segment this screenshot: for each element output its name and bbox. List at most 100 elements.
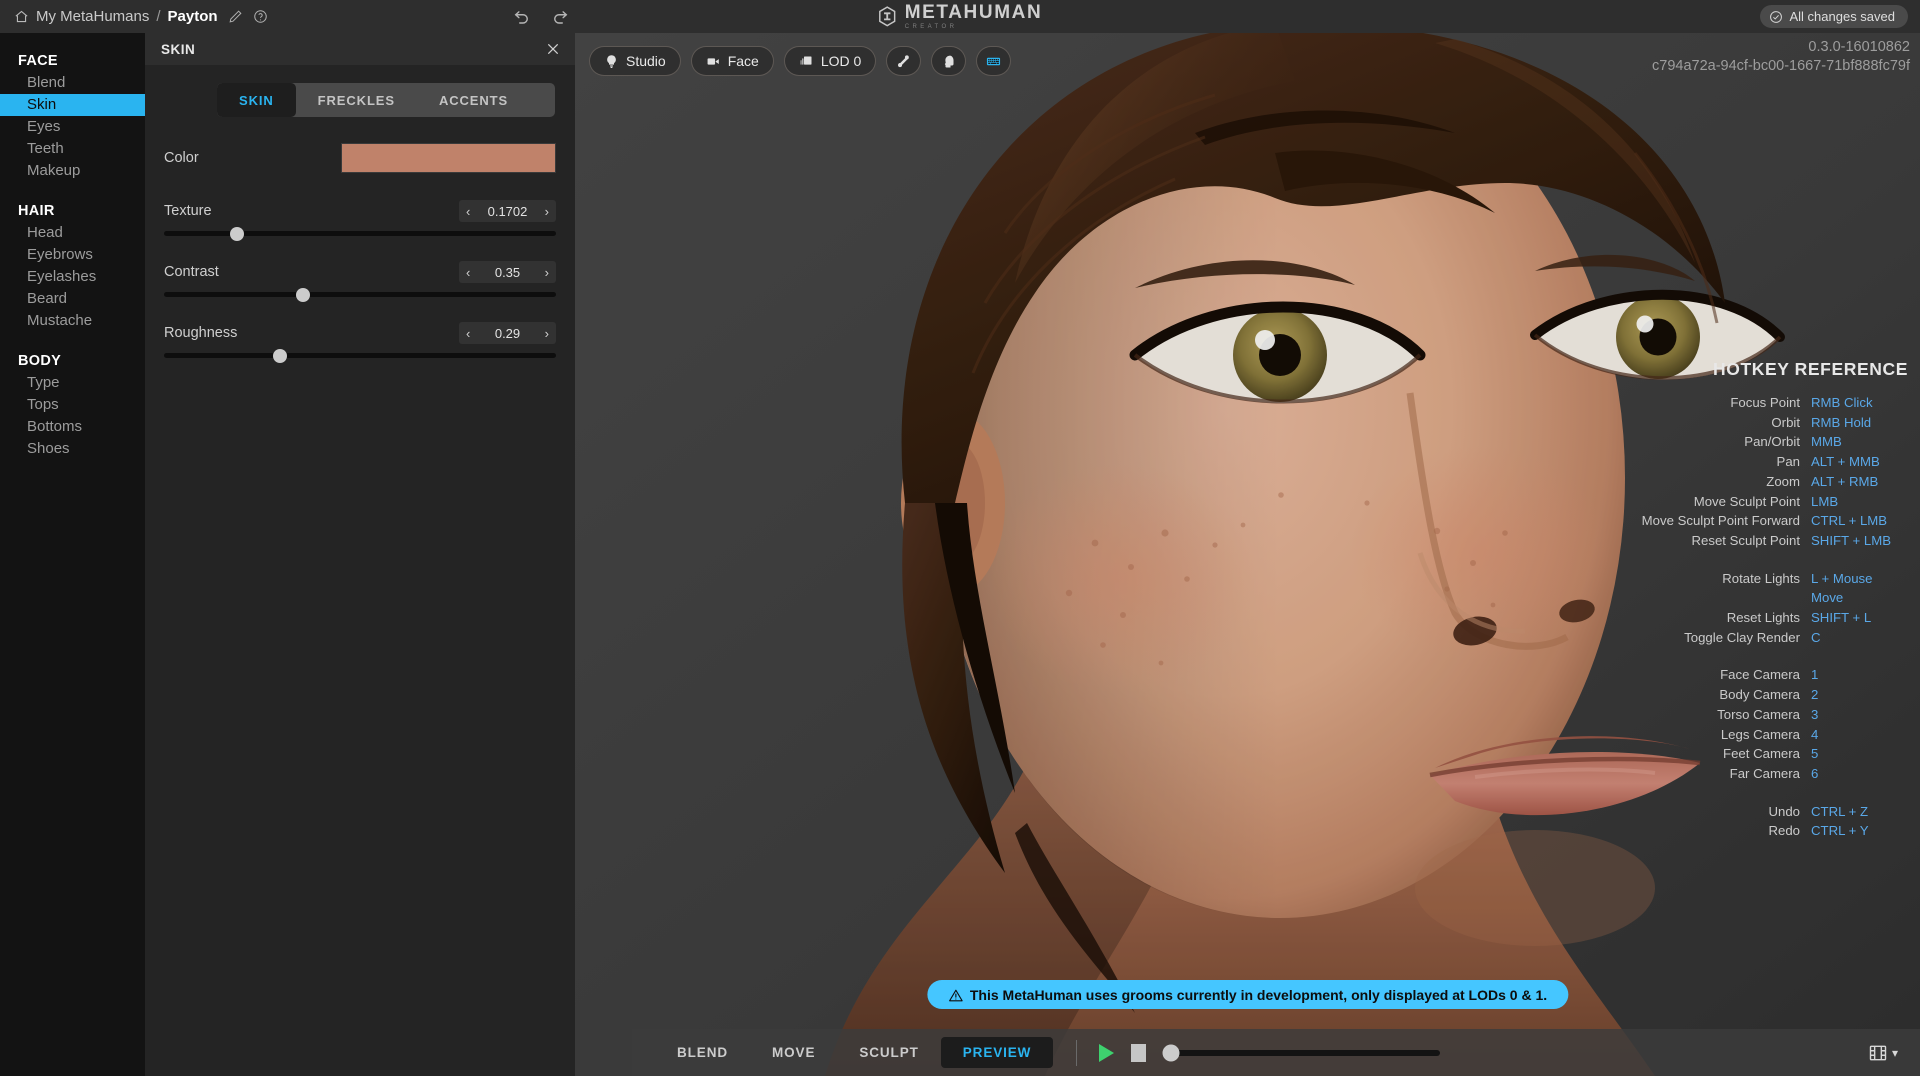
viewport-3d[interactable]: Studio Face LOD 0 0.3.0-16010862 c794a72…	[575, 33, 1920, 1076]
head-mesh-button[interactable]	[931, 46, 967, 76]
sidebar-item-bottoms[interactable]: Bottoms	[0, 416, 145, 438]
stop-icon[interactable]	[1131, 1043, 1147, 1062]
slider-roughness-value[interactable]: 0.29	[495, 326, 520, 341]
slider-texture-thumb[interactable]	[229, 226, 244, 241]
home-icon[interactable]	[14, 9, 29, 24]
slider-texture-label: Texture	[164, 203, 212, 219]
sidebar-item-shoes[interactable]: Shoes	[0, 438, 145, 460]
sidebar-item-skin[interactable]: Skin	[0, 94, 145, 116]
mode-tab-blend[interactable]: BLEND	[655, 1037, 750, 1068]
play-icon[interactable]	[1099, 1043, 1115, 1062]
camera-view-button[interactable]: Face	[690, 46, 774, 76]
sidebar-item-teeth[interactable]: Teeth	[0, 138, 145, 160]
chevron-left-icon[interactable]: ‹	[466, 266, 470, 279]
slider-roughness-thumb[interactable]	[272, 348, 287, 363]
timeline-scrubber[interactable]	[1162, 1044, 1441, 1061]
redo-arrow-icon[interactable]	[551, 8, 569, 26]
hotkey-row: Torso Camera 3	[1642, 705, 1908, 725]
slider-roughness-track[interactable]	[164, 348, 556, 363]
asset-id: c794a72a-94cf-bc00-1667-71bf888fc79f	[1652, 58, 1910, 74]
chevron-left-icon[interactable]: ‹	[466, 327, 470, 340]
hotkey-value: 4	[1811, 726, 1819, 742]
timeline-track[interactable]	[1165, 1049, 1441, 1056]
slider-roughness-header: Roughness ‹ 0.29 ›	[164, 321, 556, 345]
sidebar-item-head[interactable]: Head	[0, 222, 145, 244]
slider-contrast-thumb[interactable]	[296, 287, 311, 302]
chevron-right-icon[interactable]: ›	[545, 205, 549, 218]
close-icon[interactable]	[545, 41, 561, 57]
hotkey-row: Legs Camera 4	[1642, 725, 1908, 745]
sidebar-item-mustache[interactable]: Mustache	[0, 310, 145, 332]
hotkey-key: Rotate Lights	[1722, 570, 1800, 586]
slider-contrast-value[interactable]: 0.35	[495, 265, 520, 280]
chevron-right-icon[interactable]: ›	[545, 327, 549, 340]
slider-texture: Texture ‹ 0.1702 ›	[164, 199, 556, 241]
mode-tab-preview[interactable]: PREVIEW	[940, 1037, 1054, 1068]
rig-bone-button[interactable]	[886, 46, 922, 76]
sidebar-item-tops[interactable]: Tops	[0, 394, 145, 416]
lighting-preset-button[interactable]: Studio	[589, 46, 681, 76]
pencil-icon[interactable]	[228, 9, 243, 24]
chevron-right-icon[interactable]: ›	[545, 266, 549, 279]
hotkey-group-navigation: Focus Point RMB Click Orbit RMB Hold Pan/O…	[1642, 393, 1908, 551]
lightbulb-icon	[604, 54, 619, 69]
breadcrumb-parent[interactable]: My MetaHumans	[36, 8, 149, 25]
sidebar-item-eyes[interactable]: Eyes	[0, 116, 145, 138]
breadcrumb: My MetaHumans / Payton	[0, 8, 268, 25]
skin-color-swatch[interactable]	[341, 143, 556, 173]
animation-selector[interactable]: ▾	[1868, 1043, 1898, 1062]
lighting-preset-label: Studio	[626, 53, 666, 69]
hotkey-key: Undo	[1768, 803, 1800, 819]
hotkey-value: MMB	[1811, 434, 1842, 450]
hotkey-group-lighting: Rotate Lights L + Mouse Move Reset Lights…	[1642, 569, 1908, 648]
hotkey-value: 1	[1811, 667, 1819, 683]
sidebar-item-makeup[interactable]: Makeup	[0, 160, 145, 182]
slider-texture-header: Texture ‹ 0.1702 ›	[164, 199, 556, 223]
mode-tab-sculpt[interactable]: SCULPT	[837, 1037, 940, 1068]
hotkey-toggle-button[interactable]	[976, 46, 1012, 76]
sidebar-item-beard[interactable]: Beard	[0, 288, 145, 310]
chevron-down-icon[interactable]: ▾	[1892, 1046, 1898, 1060]
slider-texture-track[interactable]	[164, 226, 556, 241]
sidebar-item-type[interactable]: Type	[0, 372, 145, 394]
lod-button[interactable]: LOD 0	[783, 46, 877, 76]
slider-texture-value[interactable]: 0.1702	[488, 204, 528, 219]
slider-contrast-stepper: ‹ 0.35 ›	[459, 261, 556, 283]
logo-subtitle: CREATOR	[904, 23, 958, 30]
undo-redo-group	[513, 8, 569, 26]
sidebar-item-eyebrows[interactable]: Eyebrows	[0, 244, 145, 266]
mode-tab-move[interactable]: MOVE	[750, 1037, 837, 1068]
tab-accents[interactable]: ACCENTS	[417, 83, 530, 117]
status-badge-saved[interactable]: All changes saved	[1760, 5, 1908, 28]
sidebar-item-blend[interactable]: Blend	[0, 72, 145, 94]
sidebar-group-title-hair: HAIR	[18, 203, 55, 219]
timeline-thumb[interactable]	[1162, 1044, 1180, 1061]
chevron-left-icon[interactable]: ‹	[466, 205, 470, 218]
sidebar-item-eyelashes[interactable]: Eyelashes	[0, 266, 145, 288]
hotkey-key: Far Camera	[1729, 765, 1800, 781]
slider-contrast-track[interactable]	[164, 287, 556, 302]
hotkey-value: SHIFT + L	[1811, 610, 1872, 626]
hotkey-group-history: Undo CTRL + Z Redo CTRL + Y	[1642, 802, 1908, 841]
hotkey-row: Orbit RMB Hold	[1642, 413, 1908, 433]
hotkey-key: Orbit	[1771, 414, 1800, 430]
tab-freckles[interactable]: FRECKLES	[296, 83, 417, 117]
hotkey-key: Face Camera	[1720, 667, 1800, 683]
metahuman-hex-icon	[878, 6, 897, 27]
hotkey-row: Reset Sculpt Point SHIFT + LMB	[1642, 531, 1908, 551]
undo-arrow-icon[interactable]	[513, 8, 531, 26]
tab-skin[interactable]: SKIN	[217, 83, 296, 117]
camera-view-label: Face	[727, 53, 759, 69]
hotkey-value: ALT + RMB	[1811, 473, 1879, 489]
panel-body: Color Texture ‹ 0.1702 › Contrast ‹ 0.35…	[145, 117, 575, 363]
slider-contrast-label: Contrast	[164, 264, 219, 280]
hotkey-key: Reset Lights	[1726, 610, 1800, 626]
version-info: 0.3.0-16010862 c794a72a-94cf-bc00-1667-7…	[1652, 38, 1910, 76]
hotkey-key: Torso Camera	[1717, 706, 1800, 722]
groom-warning-banner: This MetaHuman uses grooms currently in …	[926, 980, 1569, 1009]
bottom-toolbar: BLEND MOVE SCULPT PREVIEW ▾	[632, 1029, 1920, 1076]
hotkey-value: CTRL + Z	[1811, 803, 1869, 819]
question-circle-icon[interactable]	[253, 9, 268, 24]
hotkey-value: LMB	[1811, 493, 1839, 509]
